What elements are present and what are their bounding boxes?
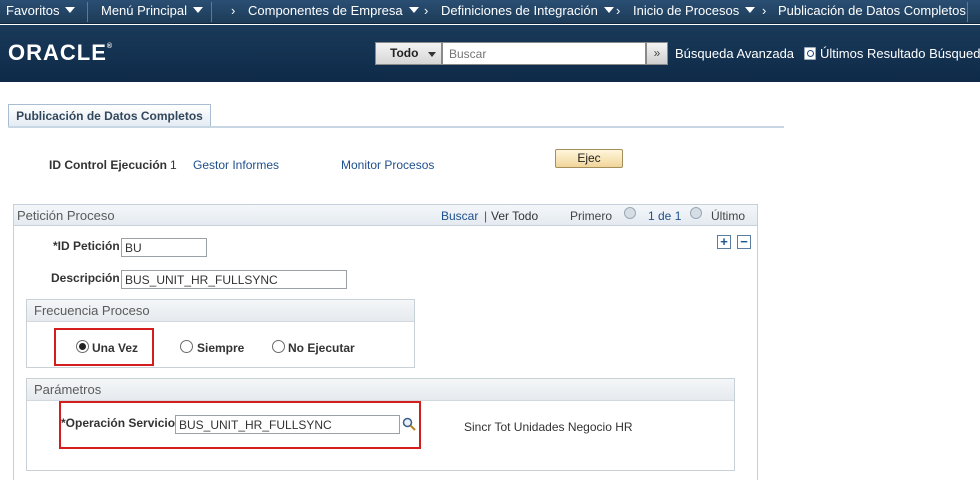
nav-main-menu-label: Menú Principal: [101, 3, 187, 18]
previous-row-icon[interactable]: [624, 207, 636, 219]
grid-last-label: Último: [711, 209, 746, 223]
nav-divider: [967, 2, 968, 22]
chevron-down-icon: [428, 52, 436, 57]
nav-divider: [87, 2, 88, 22]
process-request-header: [13, 204, 758, 226]
nav-favorites-menu[interactable]: Favoritos: [6, 0, 76, 24]
grid-view-all-link[interactable]: Ver Todo: [491, 209, 538, 223]
grid-find-link[interactable]: Buscar: [441, 209, 478, 223]
breadcrumb-label: Componentes de Empresa: [248, 3, 403, 18]
recent-search-results-link[interactable]: Últimos Resultado Búsqueda: [820, 46, 980, 61]
description-label: Descripción: [51, 271, 120, 285]
description-field[interactable]: [121, 270, 347, 289]
tab-full-data-publish[interactable]: Publicación de Datos Completos: [8, 104, 211, 127]
breadcrumb-integration-definitions[interactable]: Definiciones de Integración: [441, 0, 614, 24]
search-scope-label: Todo: [390, 46, 419, 60]
breadcrumb-label: Inicio de Procesos: [633, 3, 740, 18]
breadcrumb-process-start[interactable]: Inicio de Procesos: [633, 0, 756, 24]
recent-search-icon[interactable]: [804, 47, 816, 60]
request-id-field[interactable]: [121, 238, 207, 257]
grid-row-counter: 1 de 1: [648, 209, 682, 223]
delete-row-button[interactable]: −: [737, 235, 751, 249]
breadcrumb-chevron-icon: ›: [231, 3, 236, 18]
breadcrumb-enterprise-components[interactable]: Componentes de Empresa: [248, 0, 419, 24]
logo-text: ORACLE: [8, 40, 107, 65]
breadcrumb-current-page: Publicación de Datos Completos: [778, 0, 966, 24]
grid-first-label: Primero: [570, 209, 613, 223]
search-scope-dropdown[interactable]: Todo: [375, 42, 442, 65]
run-control-value: 1: [170, 158, 177, 172]
breadcrumb-chevron-icon: ›: [424, 3, 429, 18]
next-row-icon[interactable]: [690, 207, 702, 219]
chevron-down-icon: [745, 7, 756, 13]
add-row-button[interactable]: +: [717, 235, 731, 249]
process-request-title: Petición Proceso: [17, 208, 115, 223]
radio-once[interactable]: [76, 340, 89, 353]
nav-divider: [211, 2, 212, 22]
chevron-down-icon: [603, 7, 614, 13]
service-operation-label: *Operación Servicio: [61, 416, 176, 430]
breadcrumb-chevron-icon: ›: [616, 3, 621, 18]
advanced-search-link[interactable]: Búsqueda Avanzada: [675, 46, 794, 61]
run-control-label: ID Control Ejecución: [49, 158, 168, 172]
run-button[interactable]: Ejec: [555, 149, 623, 168]
breadcrumb-chevron-icon: ›: [762, 3, 767, 18]
parameters-panel-title: Parámetros: [27, 379, 734, 401]
radio-once-label: Una Vez: [92, 341, 139, 355]
radio-dont-run-label: No Ejecutar: [288, 341, 355, 355]
radio-always[interactable]: [180, 340, 193, 353]
request-id-label: *ID Petición: [53, 239, 120, 253]
lookup-magnifier-icon[interactable]: [402, 417, 416, 431]
registered-mark-icon: ®: [106, 43, 114, 50]
nav-favorites-label: Favoritos: [6, 3, 60, 18]
process-monitor-link[interactable]: Monitor Procesos: [341, 158, 434, 172]
report-manager-link[interactable]: Gestor Informes: [193, 158, 279, 172]
breadcrumb-label: Definiciones de Integración: [441, 3, 598, 18]
chevron-down-icon: [193, 7, 203, 13]
breadcrumb-label: Publicación de Datos Completos: [778, 3, 966, 18]
service-operation-description: Sincr Tot Unidades Negocio HR: [464, 420, 633, 434]
search-go-button[interactable]: »: [646, 42, 668, 65]
tab-underline: [8, 126, 784, 128]
radio-dont-run[interactable]: [272, 340, 285, 353]
frequency-panel-title: Frecuencia Proceso: [27, 300, 414, 322]
search-input[interactable]: [442, 42, 646, 65]
nav-main-menu[interactable]: Menú Principal: [101, 0, 203, 24]
radio-always-label: Siempre: [197, 341, 245, 355]
chevron-down-icon: [408, 7, 419, 13]
oracle-logo: ORACLE®: [8, 40, 113, 66]
chevron-down-icon: [65, 7, 76, 13]
service-operation-field[interactable]: [175, 415, 400, 434]
grid-link-separator: |: [484, 209, 488, 223]
